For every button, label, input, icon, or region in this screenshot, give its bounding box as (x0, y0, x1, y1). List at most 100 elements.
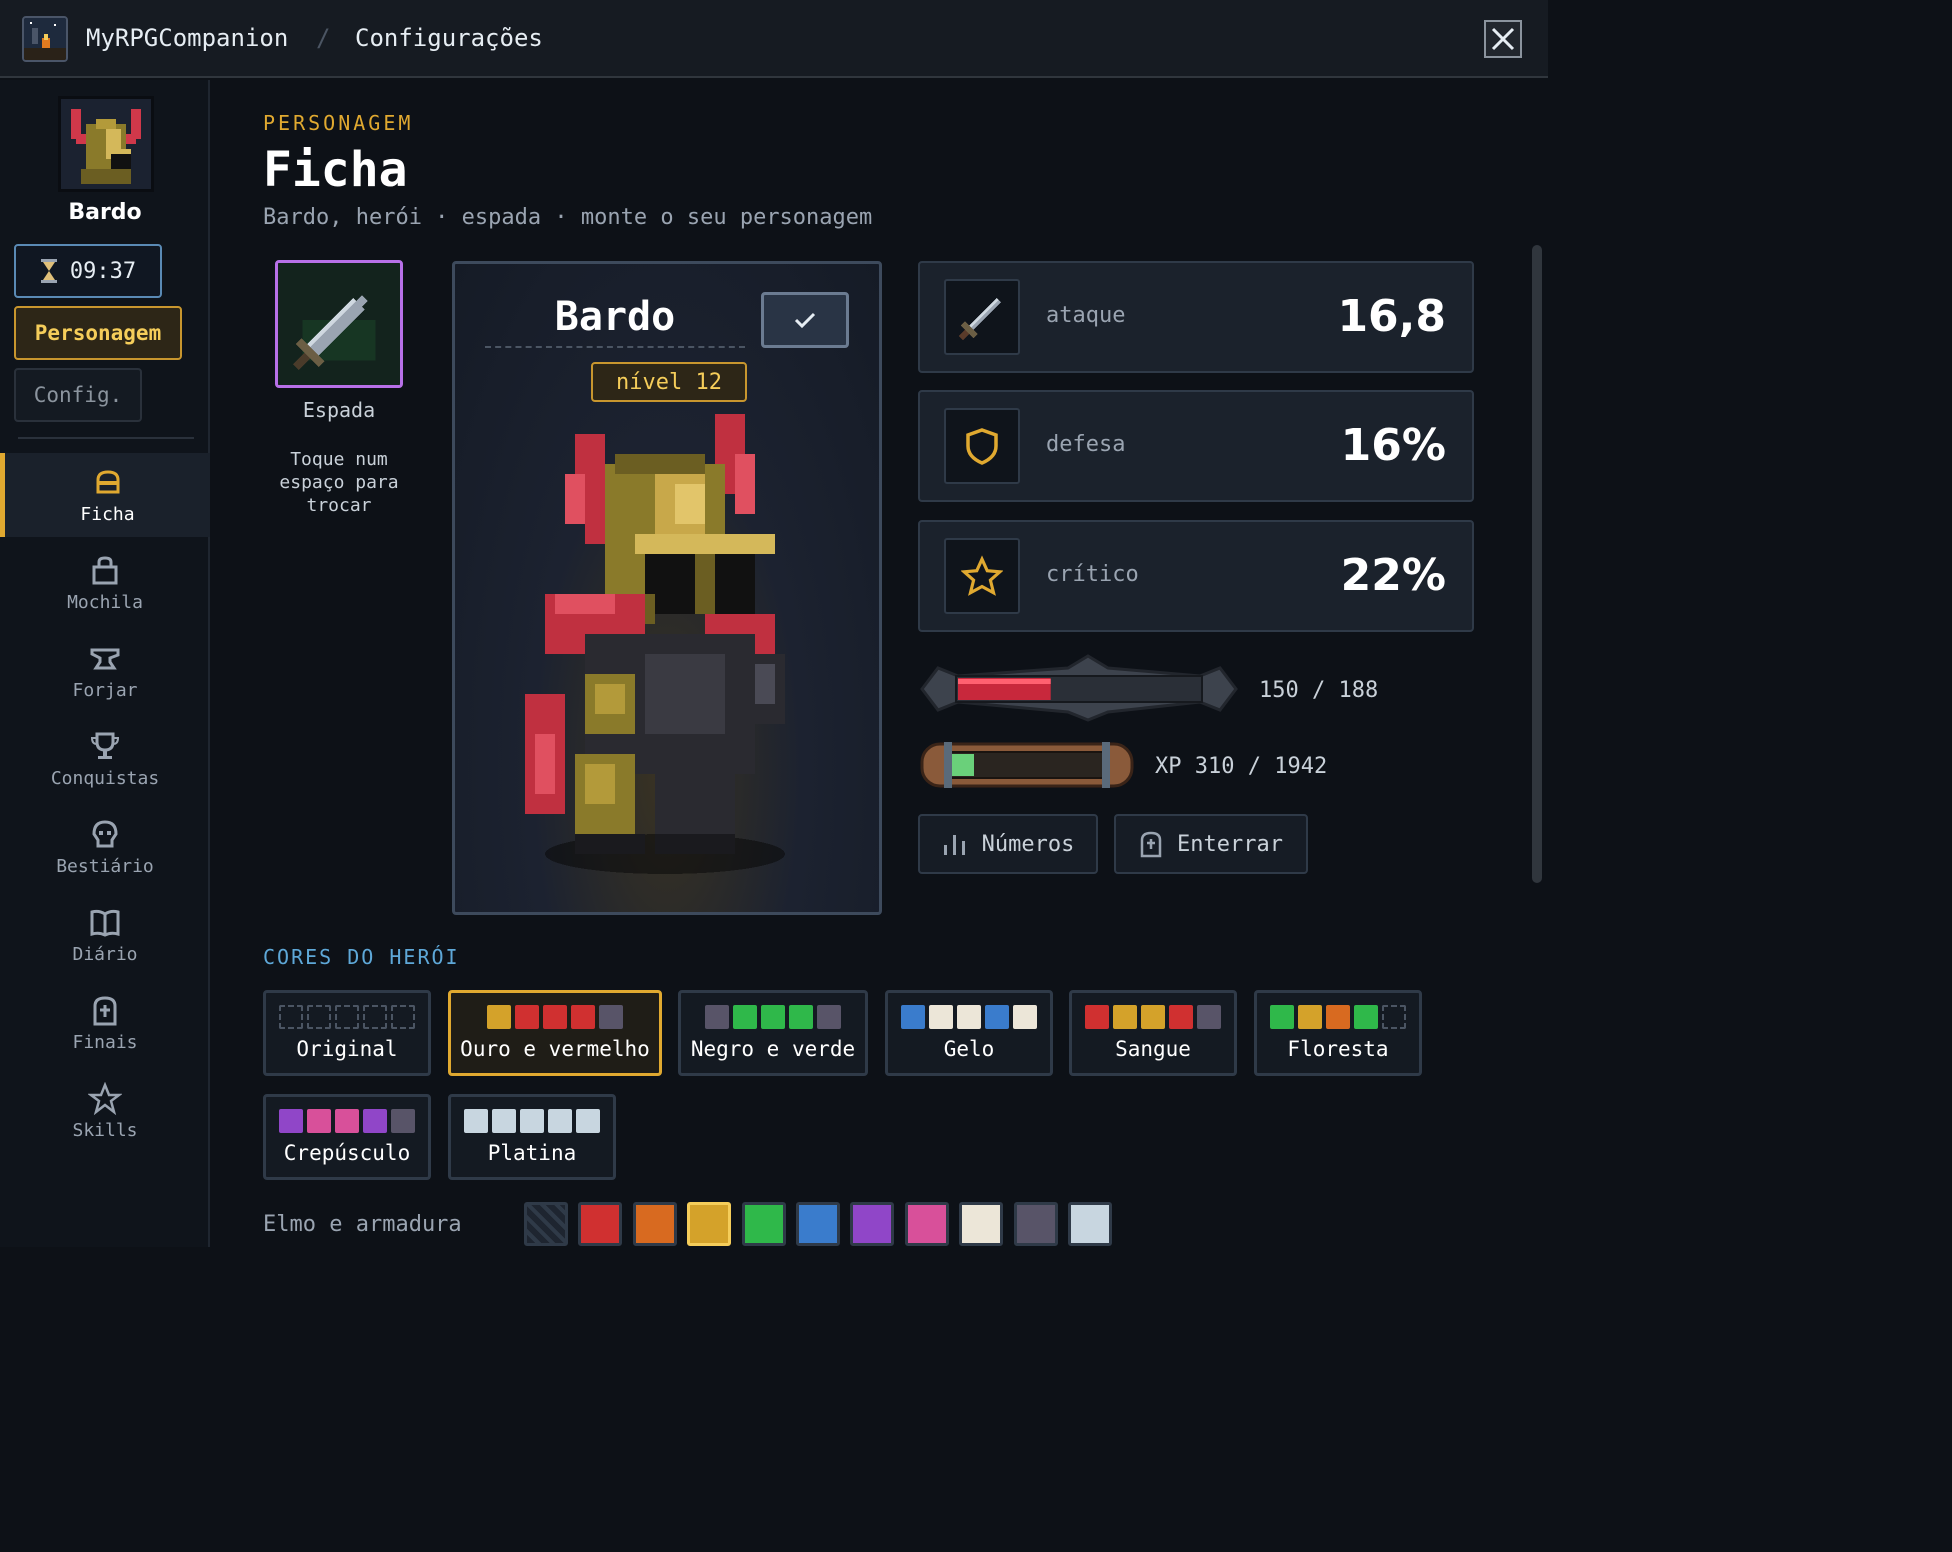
color-swatch (492, 1109, 516, 1133)
color-swatch (789, 1005, 813, 1029)
sidebar-item-diario[interactable]: Diário (0, 893, 210, 977)
palette-option[interactable]: Sangue (1069, 990, 1237, 1076)
palette-label: Floresta (1287, 1037, 1389, 1061)
character-name-label: Bardo (68, 200, 142, 225)
anvil-icon (90, 648, 120, 669)
armor-color-label: Elmo e armadura (263, 1212, 462, 1237)
character-card: Bardo nível 12 (452, 261, 882, 915)
palette-swatches (487, 1005, 623, 1029)
sidebar-divider (18, 437, 194, 439)
palette-option[interactable]: Original (263, 990, 431, 1076)
armor-color-chip[interactable] (904, 1202, 949, 1246)
palette-option[interactable]: Ouro e vermelho (448, 990, 662, 1076)
armor-color-chip[interactable] (1013, 1202, 1058, 1246)
section-eyebrow: PERSONAGEM (263, 111, 414, 135)
color-swatch (391, 1109, 415, 1133)
color-swatch (957, 1005, 981, 1029)
page-subtitle: Bardo, herói · espada · monte o seu pers… (263, 205, 873, 230)
palette-label: Gelo (943, 1037, 995, 1061)
armor-color-chip[interactable] (578, 1202, 623, 1246)
color-swatch (1270, 1005, 1294, 1029)
color-swatch (1354, 1005, 1378, 1029)
palette-label: Ouro e vermelho (460, 1037, 650, 1061)
armor-color-chip[interactable] (796, 1202, 840, 1246)
palette-swatches (1085, 1005, 1221, 1029)
sidebar-item-mochila[interactable]: Mochila (0, 541, 210, 625)
color-swatch (515, 1005, 539, 1029)
sidebar-item-bestiario[interactable]: Bestiário (0, 805, 210, 889)
sidebar-item-forjar[interactable]: Forjar (0, 629, 210, 713)
color-swatch (391, 1005, 415, 1029)
armor-color-chip[interactable] (741, 1202, 786, 1246)
color-swatch (929, 1005, 953, 1029)
color-swatch (761, 1005, 785, 1029)
close-button[interactable] (1484, 20, 1522, 58)
armor-color-chip[interactable] (959, 1202, 1004, 1246)
color-swatch (548, 1109, 572, 1133)
palette-swatches (279, 1109, 415, 1133)
character-avatar[interactable] (58, 96, 154, 192)
armor-color-chip[interactable] (524, 1202, 568, 1246)
sidebar-item-finais[interactable]: Finais (0, 981, 210, 1065)
tombstone-icon (93, 995, 117, 1025)
sidebar-item-skills[interactable]: Skills (0, 1069, 210, 1153)
confirm-name-button[interactable] (761, 292, 849, 348)
bag-icon (92, 555, 118, 584)
name-underline (485, 346, 745, 348)
scrollbar[interactable] (1532, 245, 1542, 883)
star-icon (944, 538, 1020, 614)
helmet-icon (96, 469, 119, 493)
palette-swatches (705, 1005, 841, 1029)
stat-label: ataque (1046, 303, 1126, 328)
color-swatch (363, 1005, 387, 1029)
stat-card-critico: crítico 22% (918, 520, 1474, 632)
color-swatch (279, 1109, 303, 1133)
color-swatch (279, 1005, 303, 1029)
timer-text: 09:37 (69, 258, 137, 284)
armor-color-chip[interactable] (1068, 1202, 1112, 1246)
sidebar-item-label: Conquistas (50, 767, 160, 789)
stat-value: 22% (1340, 550, 1446, 601)
weapon-slot[interactable] (275, 260, 403, 388)
skull-icon (92, 819, 118, 847)
weapon-label: Espada (302, 398, 376, 422)
bury-button[interactable]: Enterrar (1114, 814, 1308, 874)
numbers-button[interactable]: Números (918, 814, 1098, 874)
armor-color-chip[interactable] (850, 1202, 895, 1246)
tab-config[interactable]: Config. (14, 368, 142, 422)
palette-label: Sangue (1115, 1037, 1191, 1061)
color-swatch (487, 1005, 511, 1029)
armor-color-chip[interactable] (687, 1202, 732, 1246)
color-swatch (1298, 1005, 1322, 1029)
color-swatch (464, 1109, 488, 1133)
color-swatch (1141, 1005, 1165, 1029)
hp-bar (920, 654, 1238, 722)
character-name[interactable]: Bardo (485, 294, 745, 340)
breadcrumb-current-page: Configurações (355, 24, 543, 52)
numbers-button-label: Números (981, 831, 1075, 857)
palette-option[interactable]: Floresta (1254, 990, 1422, 1076)
title-bar: MyRPGCompanion / Configurações (0, 0, 1548, 78)
stat-label: crítico (1046, 562, 1139, 587)
color-swatch (1169, 1005, 1193, 1029)
tab-personagem[interactable]: Personagem (14, 306, 182, 360)
palette-label: Negro e verde (690, 1037, 856, 1061)
stat-card-ataque: ataque 16,8 (918, 261, 1474, 373)
knight-sprite (525, 414, 785, 874)
trophy-icon (90, 732, 120, 759)
armor-color-chip[interactable] (632, 1202, 677, 1246)
color-swatch (543, 1005, 567, 1029)
sidebar-item-conquistas[interactable]: Conquistas (0, 717, 210, 801)
palette-label: Crepúsculo (283, 1141, 411, 1165)
sidebar-item-ficha[interactable]: Ficha (0, 453, 210, 537)
hp-text: 150 / 188 (1259, 678, 1379, 703)
palette-option[interactable]: Negro e verde (678, 990, 868, 1076)
palette-option[interactable]: Platina (448, 1094, 616, 1180)
stat-value: 16% (1340, 420, 1446, 471)
palette-option[interactable]: Gelo (885, 990, 1053, 1076)
bar-chart-icon (943, 835, 965, 855)
color-swatch (705, 1005, 729, 1029)
palette-option[interactable]: Crepúsculo (263, 1094, 431, 1180)
color-swatch (599, 1005, 623, 1029)
color-swatch (520, 1109, 544, 1133)
